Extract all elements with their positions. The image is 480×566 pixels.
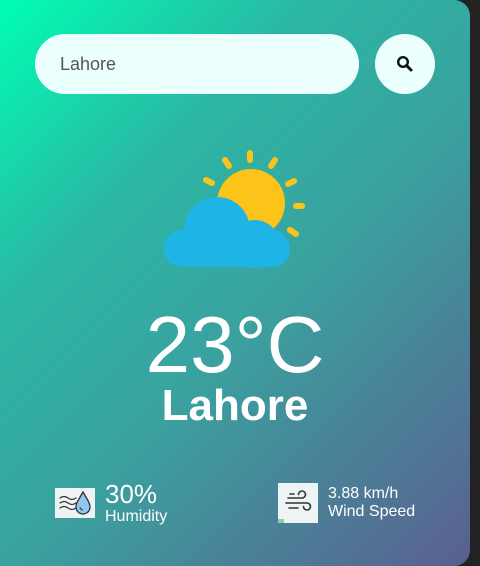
temperature: 23°C	[145, 300, 325, 389]
wind-detail: 3.88 km/h Wind Speed	[278, 478, 415, 528]
humidity-label: Humidity	[105, 508, 168, 525]
humidity-icon	[55, 488, 95, 518]
search-bar	[35, 34, 435, 94]
city-name: Lahore	[161, 381, 309, 430]
search-button[interactable]	[375, 34, 435, 94]
wind-icon	[278, 483, 318, 523]
wind-speed-value: 3.88 km/h	[328, 485, 399, 502]
humidity-value: 30%	[105, 479, 158, 509]
city-search-input[interactable]	[35, 34, 359, 94]
partly-cloudy-icon	[164, 150, 305, 268]
weather-card: 23°C Lahore 30% Humidity	[0, 0, 470, 566]
search-icon	[396, 55, 413, 72]
wind-speed-label: Wind Speed	[328, 503, 416, 520]
humidity-detail: 30% Humidity	[55, 478, 167, 528]
